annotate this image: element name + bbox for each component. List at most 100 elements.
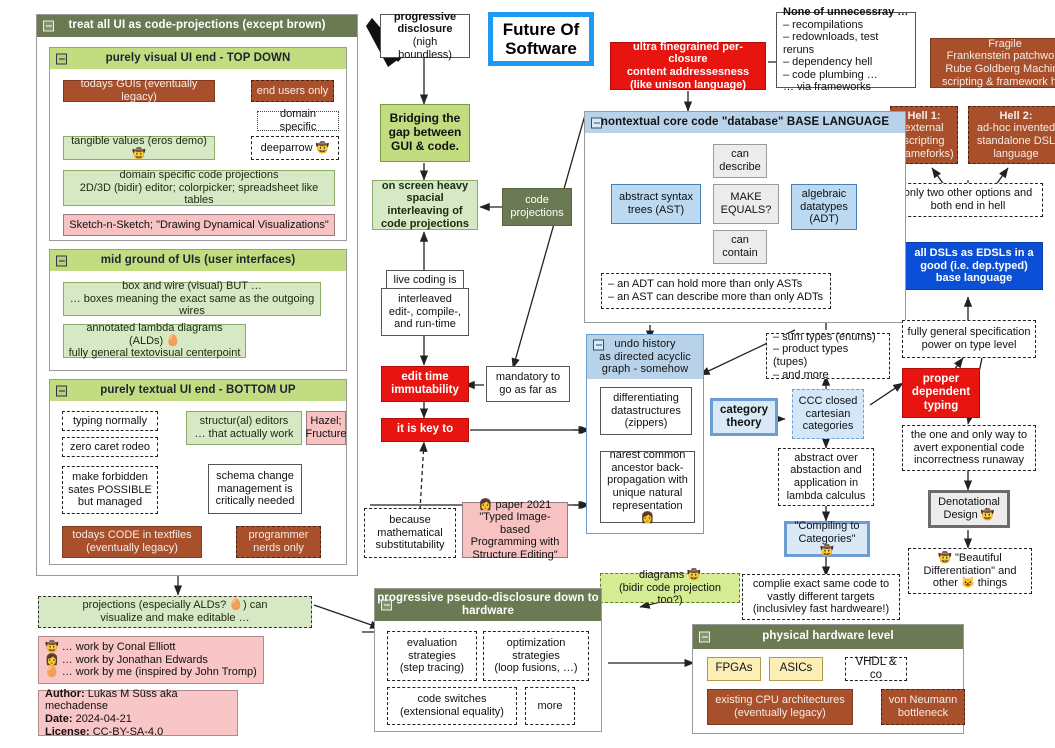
node-typing-normally: typing normally: [62, 411, 158, 431]
node-make-equals: MAKE EQUALS?: [713, 184, 779, 224]
group-base-language: nontextual core code "database" BASE LAN…: [584, 111, 906, 323]
group-header-pseudo-disclosure[interactable]: progressive pseudo-disclosure down to ha…: [375, 589, 601, 621]
node-compile-exact-same-code: complie exact same code to vastly differ…: [742, 574, 900, 620]
node-sketch-n-sketch: Sketch-n-Sketch; "Drawing Dynamical Visu…: [63, 214, 335, 236]
none-unnecessary-item: – recompilations: [783, 18, 864, 31]
node-compiling-to-categories: "Compiling to Categories" 🤠: [784, 520, 870, 557]
group-header-mid-ground[interactable]: mid ground of UIs (user interfaces): [50, 250, 346, 271]
group-purely-textual-ui: purely textual UI end - BOTTOM UP typing…: [49, 379, 347, 565]
node-evaluation-strategies: evaluation strategies (step tracing): [387, 631, 477, 681]
node-mandatory-to-go: mandatory to go as far as: [486, 366, 570, 402]
node-sum-product-types: – sum types (enums) – product types (tup…: [766, 331, 890, 381]
node-end-users-only: end users only: [251, 80, 334, 102]
node-progressive-disclosure: progressive disclosure (nigh boundless): [380, 11, 470, 61]
none-unnecessary-title: None of unnecessray …: [783, 6, 909, 19]
node-vhdl-and-co: VHDL & co: [845, 656, 907, 681]
node-deeparrow: deeparrow 🤠: [251, 136, 339, 160]
node-hell-2: Hell 2: ad-hoc invented standalone DSL l…: [968, 106, 1055, 164]
license-line: License: CC-BY-SA-4.0: [45, 725, 164, 738]
group-mid-ground: mid ground of UIs (user interfaces) box …: [49, 249, 347, 371]
node-interleaved-times: interleaved edit-, compile-, and run-tim…: [381, 288, 469, 336]
group-header-treat-all-ui[interactable]: treat all UI as code-projections (except…: [37, 15, 357, 37]
node-one-and-only-way: the one and only way to avert exponentia…: [902, 425, 1036, 471]
group-header-undo-history[interactable]: undo history as directed acyclic graph -…: [587, 335, 703, 379]
node-algebraic-datatypes: algebraic datatypes (ADT): [791, 184, 857, 230]
node-more: more: [525, 687, 575, 725]
node-diagrams-bidir: diagrams 🤠 (bidir code projection too?): [600, 569, 740, 606]
diagram-canvas: treat all UI as code-projections (except…: [0, 0, 1055, 748]
node-programmer-nerds-only: programmer nerds only: [236, 526, 321, 558]
node-ccc-closed-cartesian: CCC closed cartesian categories: [792, 389, 864, 439]
node-bridging-the-gap: Bridging the gap between GUI & code.: [380, 104, 470, 162]
group-header-purely-visual-ui[interactable]: purely visual UI end - TOP DOWN: [50, 48, 346, 69]
node-adt-ast-notes: – an ADT can hold more than only ASTs – …: [601, 273, 831, 309]
collapse-icon[interactable]: [591, 117, 602, 128]
node-because-mathematical: because mathematical substitutability: [364, 508, 456, 558]
node-existing-cpu-architectures: existing CPU architectures (eventually l…: [707, 689, 853, 725]
collapse-icon[interactable]: [593, 339, 604, 351]
node-beautiful-differentiation: 🤠 "Beautiful Differentiation" and other …: [908, 548, 1032, 594]
none-unnecessary-item: – dependency hell: [783, 56, 873, 69]
node-fully-general-specification: fully general specification power on typ…: [902, 320, 1036, 358]
node-narest-common-ancestor: narest common ancestor back- propagation…: [600, 449, 695, 524]
node-code-switches: code switches (extensional equality): [387, 687, 517, 725]
node-paper-2021: 👩 paper 2021 "Typed Image-based Programm…: [462, 499, 568, 561]
node-proper-dependent-typing: proper dependent typing: [902, 368, 980, 418]
node-it-is-key-to: it is key to: [381, 418, 469, 442]
collapse-icon[interactable]: [56, 255, 67, 266]
node-only-two-options: only two other options and both end in h…: [893, 183, 1043, 217]
group-undo-history: undo history as directed acyclic graph -…: [586, 334, 704, 534]
node-box-and-wire: box and wire (visual) BUT … … boxes mean…: [63, 280, 321, 317]
node-asics: ASICs: [769, 657, 823, 681]
node-tangible-values: tangible values (eros demo) 🤠: [63, 135, 215, 160]
node-todays-guis: todays GUIs (eventually legacy): [63, 78, 215, 103]
group-pseudo-disclosure: progressive pseudo-disclosure down to ha…: [374, 588, 602, 732]
group-physical-hardware: physical hardware level FPGAs ASICs VHDL…: [692, 624, 965, 734]
node-domain-specific-code-projections: domain specific code projections 2D/3D (…: [63, 169, 335, 206]
node-can-describe: can describe: [713, 144, 767, 178]
node-ultra-finegrained: ultra finegrained per-closure content ad…: [610, 41, 766, 91]
node-annotated-lambda-diagrams: annotated lambda diagrams (ALDs) 🥚 fully…: [63, 322, 246, 359]
node-schema-change-management: schema change management is critically n…: [208, 464, 302, 514]
node-von-neumann-bottleneck: von Neumann bottleneck: [881, 689, 965, 725]
node-projections-visualize: projections (especially ALDs? 🥚) can vis…: [38, 596, 312, 628]
collapse-icon[interactable]: [699, 631, 710, 643]
node-edit-time-immutability: edit time immutability: [381, 366, 469, 402]
date-line: Date: 2024-04-21: [45, 713, 132, 725]
collapse-icon[interactable]: [43, 20, 54, 32]
group-header-purely-textual-ui[interactable]: purely textual UI end - BOTTOM UP: [50, 380, 346, 401]
collapse-icon[interactable]: [381, 599, 392, 611]
legend-box: 🤠 … work by Conal Elliott 👩 … work by Jo…: [38, 636, 264, 684]
node-code-projections: code projections: [502, 188, 572, 226]
node-denotational-design: Denotational Design 🤠: [928, 490, 1010, 528]
author-line: Author: Lukas M Süss aka mechadense: [45, 687, 178, 713]
node-fpgas: FPGAs: [707, 657, 761, 681]
node-zero-caret-rodeo: zero caret rodeo: [62, 437, 158, 457]
node-can-contain: can contain: [713, 230, 767, 264]
group-purely-visual-ui: purely visual UI end - TOP DOWN todays G…: [49, 47, 347, 241]
group-header-physical-hardware[interactable]: physical hardware level: [693, 625, 963, 649]
node-domain-specific: domain specific: [257, 108, 339, 133]
node-zippers: differentiating datastructures (zippers): [600, 387, 692, 435]
collapse-icon[interactable]: [56, 53, 67, 64]
node-fragile-frankenstein: Fragile Frankenstein patchwork Rube Gold…: [930, 38, 1055, 88]
node-hazel-fructure: Hazel; Fructure: [306, 411, 346, 445]
group-header-base-language[interactable]: nontextual core code "database" BASE LAN…: [585, 112, 905, 133]
node-abstract-over-abstraction: abstract over abstaction and application…: [778, 448, 874, 506]
node-all-dsls-as-edsls: all DSLs as EDSLs in a good (i.e. dep.ty…: [905, 242, 1043, 290]
none-unnecessary-item: – code plumbing …: [783, 68, 878, 81]
node-abstract-syntax-trees: abstract syntax trees (AST): [611, 184, 701, 224]
collapse-icon[interactable]: [56, 385, 67, 396]
node-optimization-strategies: optimization strategies (loop fusions, ……: [483, 631, 589, 681]
title-future-of-software: Future Of Software: [488, 12, 594, 66]
node-category-theory: category theory: [710, 398, 778, 436]
node-on-screen-heavy: on screen heavy spacial interleaving of …: [372, 180, 478, 230]
box-none-of-unnecessary: None of unnecessray … – recompilations –…: [776, 6, 916, 93]
node-structural-editors: structur(al) editors … that actually wor…: [186, 411, 302, 445]
none-unnecessary-item: – redownloads, test reruns: [783, 31, 879, 56]
none-unnecessary-item: … via frameworks: [783, 81, 872, 94]
node-todays-code-textfiles: todays CODE in textfiles (eventually leg…: [62, 526, 202, 558]
node-make-forbidden-states: make forbidden sates POSSIBLE but manage…: [62, 466, 158, 514]
group-treat-all-ui: treat all UI as code-projections (except…: [36, 14, 358, 576]
author-box: Author: Lukas M Süss aka mechadense Date…: [38, 687, 238, 738]
